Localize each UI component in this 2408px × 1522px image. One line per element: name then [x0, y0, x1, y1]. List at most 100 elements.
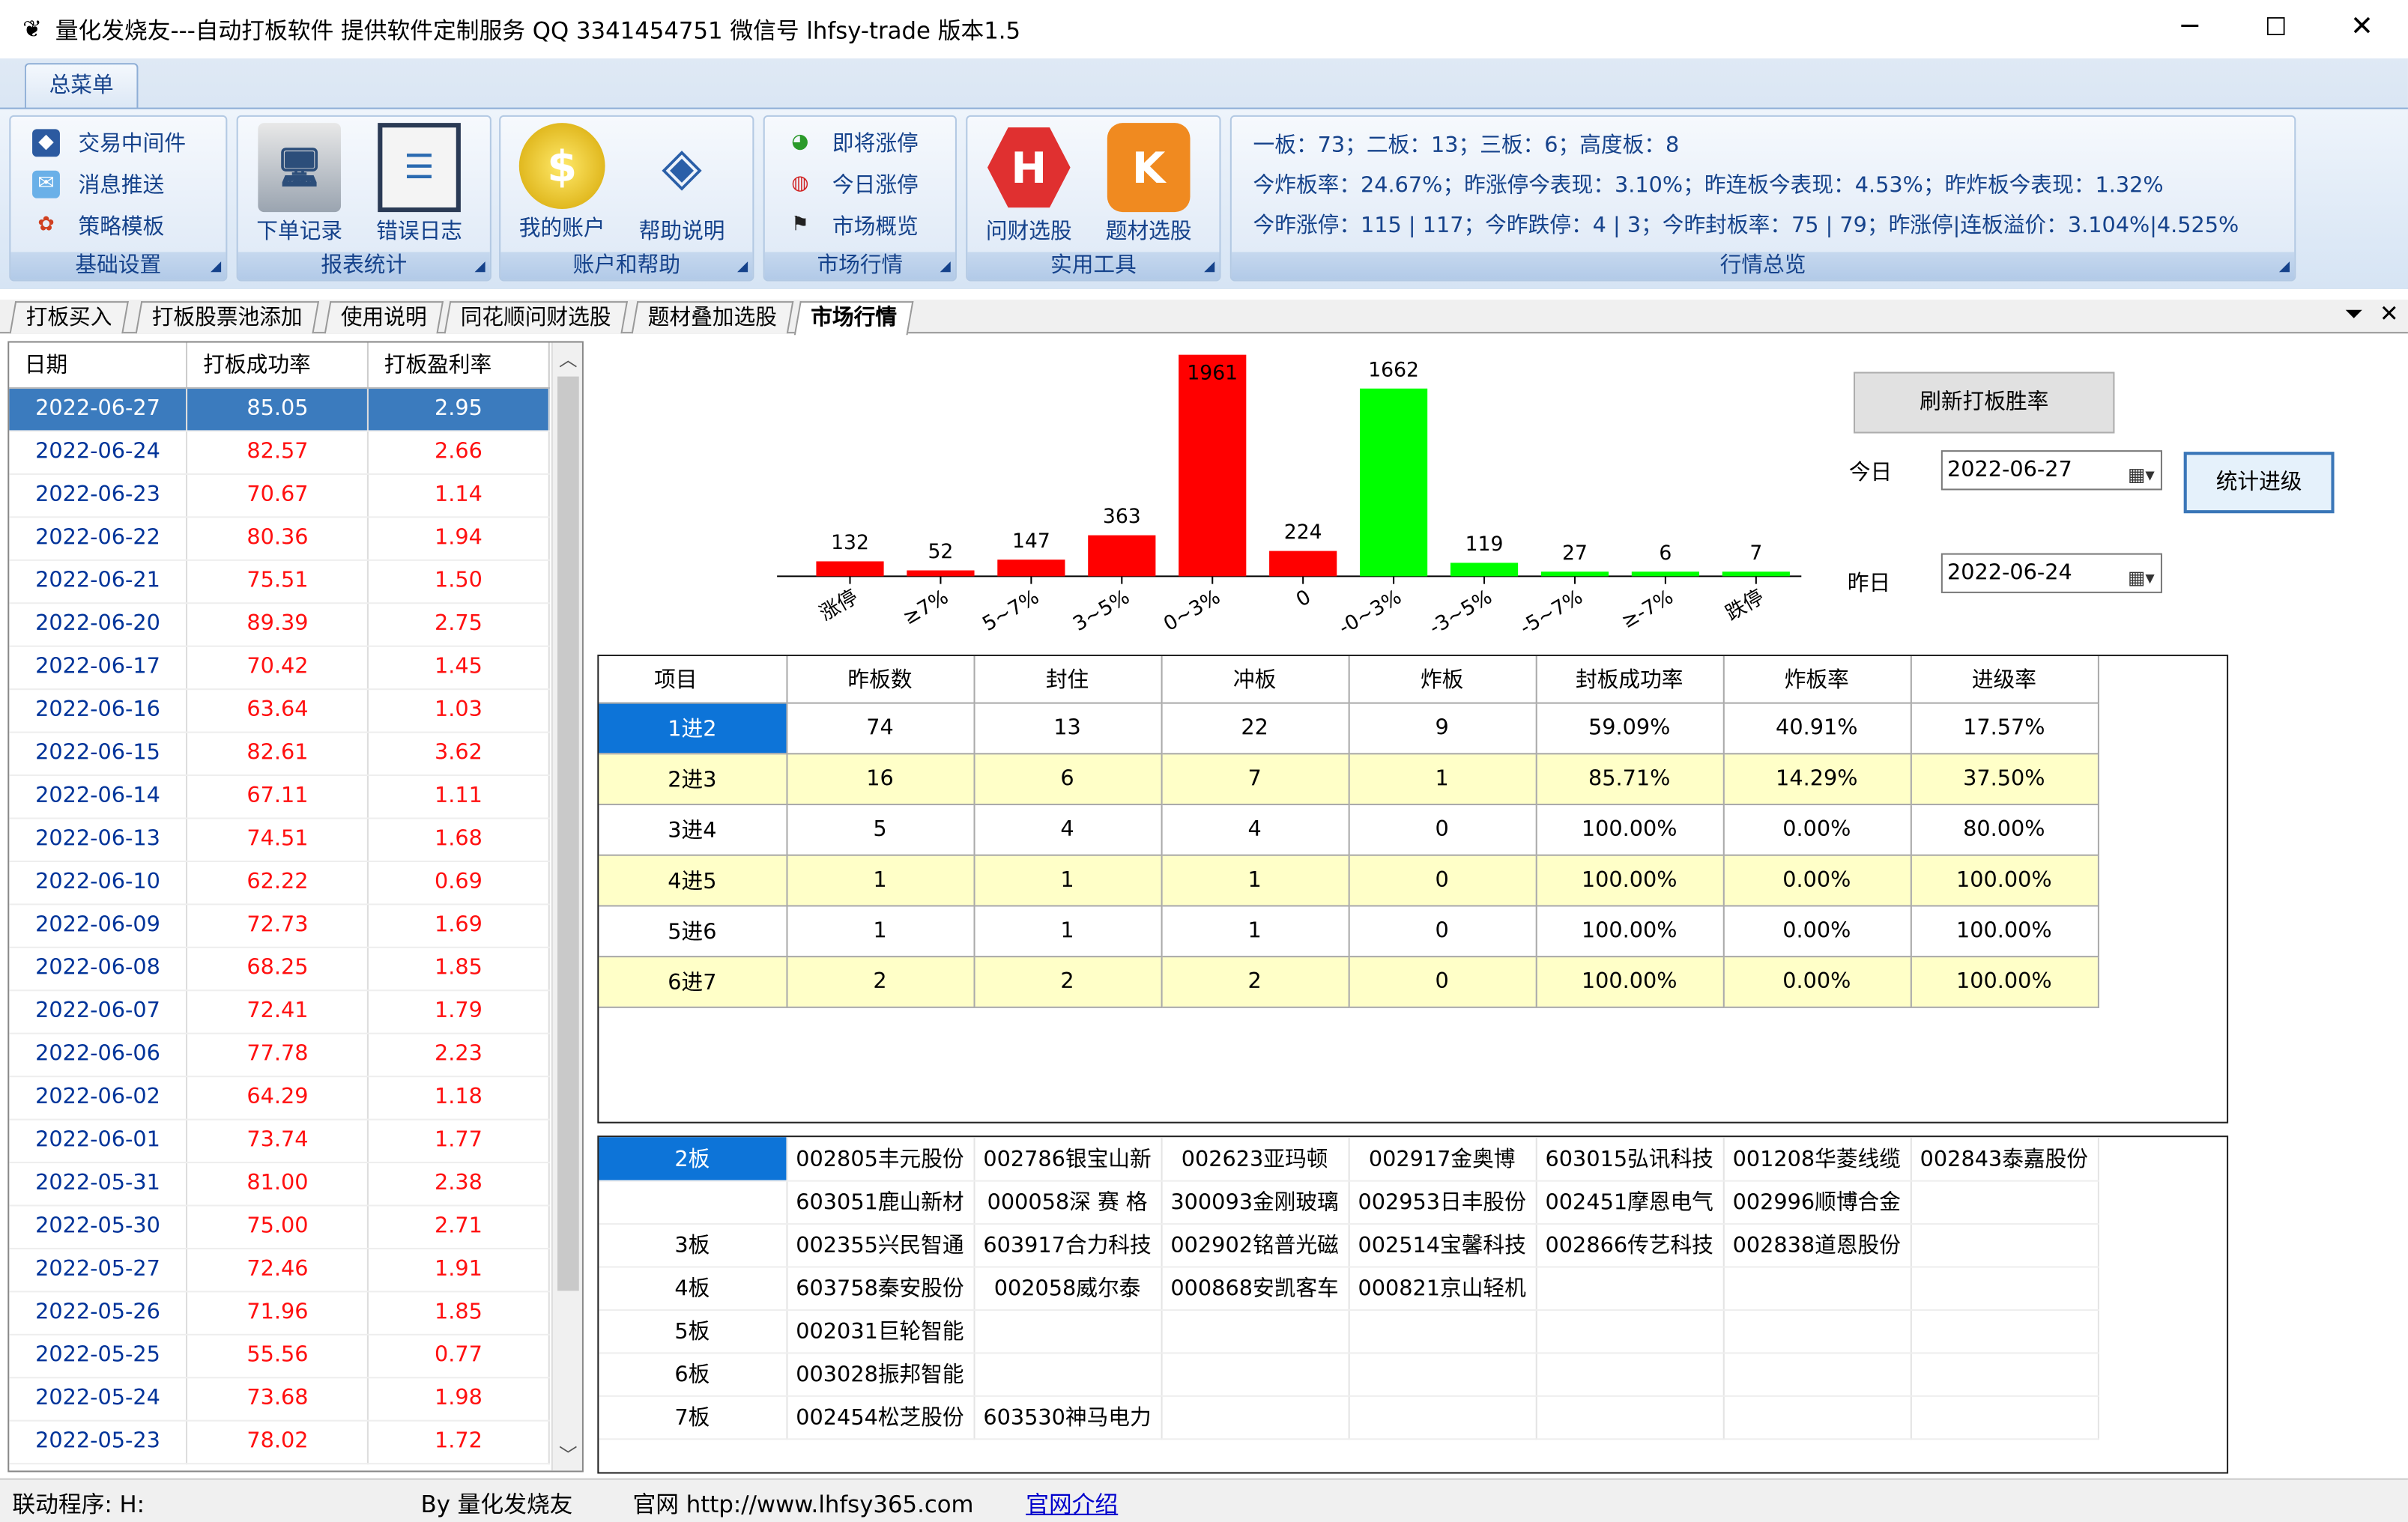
stock-cell[interactable]: 002838道恩股份: [1722, 1223, 1911, 1267]
help-button[interactable]: ◈ 帮助说明: [632, 123, 730, 252]
calendar-icon[interactable]: ▦▾: [2128, 560, 2155, 596]
table-row[interactable]: 2022-06-01 73.74 1.77: [9, 1118, 550, 1163]
scroll-down-icon[interactable]: ﹀: [553, 1441, 582, 1467]
yesterday-date-picker[interactable]: 2022-06-24 ▦▾: [1940, 553, 2162, 596]
refresh-win-rate-button[interactable]: 刷新打板胜率: [1853, 372, 2115, 434]
stock-cell[interactable]: 003028振邦智能: [786, 1352, 975, 1396]
stock-cell[interactable]: 300093金刚玻璃: [1161, 1180, 1349, 1225]
today-limit-up-item[interactable]: ◍ 今日涨停: [786, 168, 918, 201]
stock-cell[interactable]: [1348, 1309, 1537, 1353]
list-item[interactable]: 7板 002454松芝股份 603530神马电力: [599, 1395, 2099, 1440]
stock-cell[interactable]: [1535, 1266, 1724, 1310]
promo-header-cell[interactable]: 进级率: [1910, 656, 2099, 703]
table-row[interactable]: 2022-06-10 62.22 0.69: [9, 860, 550, 905]
stock-cell[interactable]: 000058深 赛 格: [973, 1180, 1162, 1225]
wencai-select-button[interactable]: H 问财选股: [980, 123, 1078, 252]
stock-cell[interactable]: [973, 1309, 1162, 1353]
intro-link[interactable]: 官网介绍: [1026, 1491, 1118, 1518]
stock-cell[interactable]: 002902铭普光磁: [1161, 1223, 1349, 1267]
table-row[interactable]: 5进6 1 1 1 0 100.00% 0.00% 100.00%: [599, 905, 2099, 957]
stat-promotion-button[interactable]: 统计进级: [2183, 452, 2335, 514]
table-row[interactable]: 3进4 5 4 4 0 100.00% 0.00% 80.00%: [599, 803, 2099, 855]
stock-cell[interactable]: 002454松芝股份: [786, 1395, 975, 1440]
stock-cell[interactable]: 002917金奥博: [1348, 1137, 1537, 1181]
minimize-button[interactable]: ─: [2147, 0, 2233, 58]
stock-cell[interactable]: 603917合力科技: [973, 1223, 1162, 1267]
table-row[interactable]: 2022-06-22 80.36 1.94: [9, 516, 550, 560]
table-row[interactable]: 2022-06-08 68.25 1.85: [9, 946, 550, 991]
stock-cell[interactable]: [1722, 1352, 1911, 1396]
table-row[interactable]: 2进3 16 6 7 1 85.71% 14.29% 37.50%: [599, 753, 2099, 805]
my-account-button[interactable]: $ 我的账户: [513, 123, 611, 252]
scroll-thumb[interactable]: [557, 376, 579, 1291]
board-stock-grid[interactable]: 2板 002805丰元股份 002786银宝山新 002623亚玛顿 002917金奥博…: [597, 1136, 2229, 1474]
stock-cell[interactable]: [1161, 1309, 1349, 1353]
stock-cell[interactable]: [1535, 1352, 1724, 1396]
table-row[interactable]: 2022-06-14 67.11 1.11: [9, 774, 550, 819]
col-date[interactable]: 日期: [9, 342, 188, 389]
promo-header-cell[interactable]: 昨板数: [786, 656, 975, 703]
list-item[interactable]: 603051鹿山新材 000058深 赛 格 300093金刚玻璃 002953日丰股…: [599, 1180, 2099, 1225]
trade-middleware-item[interactable]: ◆ 交易中间件: [32, 126, 186, 160]
stock-cell[interactable]: 000821京山轻机: [1348, 1266, 1537, 1310]
table-row[interactable]: 2022-06-20 89.39 2.75: [9, 602, 550, 646]
promo-header-cell[interactable]: 封板成功率: [1535, 656, 1724, 703]
stock-cell[interactable]: 603758秦安股份: [786, 1266, 975, 1310]
list-item[interactable]: 5板 002031巨轮智能: [599, 1309, 2099, 1353]
stock-cell[interactable]: 002953日丰股份: [1348, 1180, 1537, 1225]
stock-cell[interactable]: 002996顺博合金: [1722, 1180, 1911, 1225]
stock-cell[interactable]: 001208华菱线缆: [1722, 1137, 1911, 1181]
promo-header-cell[interactable]: 炸板: [1348, 656, 1537, 703]
table-row[interactable]: 2022-06-27 85.05 2.95: [9, 387, 550, 431]
dialog-launcher-icon[interactable]: ◢: [2279, 260, 2290, 276]
stock-cell[interactable]: 002451摩恩电气: [1535, 1180, 1724, 1225]
table-row[interactable]: 2022-05-24 73.68 1.98: [9, 1377, 550, 1421]
near-limit-up-item[interactable]: ◕ 即将涨停: [786, 126, 918, 160]
table-row[interactable]: 2022-06-13 74.51 1.68: [9, 817, 550, 861]
tab-wencai[interactable]: 同花顺问财选股: [444, 301, 629, 334]
table-row[interactable]: 2022-06-07 72.41 1.79: [9, 989, 550, 1034]
table-row[interactable]: 2022-06-06 77.78 2.23: [9, 1032, 550, 1077]
stock-cell[interactable]: 002866传艺科技: [1535, 1223, 1724, 1267]
list-item[interactable]: 2板 002805丰元股份 002786银宝山新 002623亚玛顿 002917金奥博…: [599, 1137, 2099, 1181]
strategy-template-item[interactable]: ✿ 策略模板: [32, 209, 164, 243]
stock-cell[interactable]: 603015弘讯科技: [1535, 1137, 1724, 1181]
stock-cell[interactable]: [1535, 1309, 1724, 1353]
market-overview-item[interactable]: ⚑ 市场概览: [786, 209, 919, 243]
stock-cell[interactable]: 002623亚玛顿: [1161, 1137, 1349, 1181]
col-success-rate[interactable]: 打板成功率: [187, 342, 369, 389]
order-record-button[interactable]: 🖥 下单记录: [250, 123, 348, 252]
stock-cell[interactable]: [1348, 1395, 1537, 1440]
stock-cell[interactable]: [1161, 1395, 1349, 1440]
stock-cell[interactable]: [1722, 1266, 1911, 1310]
table-row[interactable]: 6进7 2 2 2 0 100.00% 0.00% 100.00%: [599, 956, 2099, 1007]
tab-market[interactable]: 市场行情: [793, 301, 914, 336]
table-row[interactable]: 2022-06-09 72.73 1.69: [9, 903, 550, 948]
tab-board-buy[interactable]: 打板买入: [9, 301, 129, 334]
stock-cell[interactable]: [973, 1352, 1162, 1396]
stock-cell[interactable]: [1910, 1309, 2099, 1353]
dialog-launcher-icon[interactable]: ◢: [211, 260, 221, 276]
list-item[interactable]: 6板 003028振邦智能: [599, 1352, 2099, 1396]
calendar-icon[interactable]: ▦▾: [2128, 456, 2155, 493]
table-row[interactable]: 4进5 1 1 1 0 100.00% 0.00% 100.00%: [599, 854, 2099, 906]
stock-cell[interactable]: 002786银宝山新: [973, 1137, 1162, 1181]
table-row[interactable]: 2022-06-17 70.42 1.45: [9, 645, 550, 690]
table-row[interactable]: 2022-05-26 71.96 1.85: [9, 1291, 550, 1335]
dialog-launcher-icon[interactable]: ◢: [1204, 260, 1214, 276]
stock-cell[interactable]: [1910, 1266, 2099, 1310]
table-row[interactable]: 2022-05-27 72.46 1.91: [9, 1247, 550, 1292]
promo-header-cell[interactable]: 炸板率: [1722, 656, 1911, 703]
stock-cell[interactable]: 603051鹿山新材: [786, 1180, 975, 1225]
daily-stats-table[interactable]: 日期 打板成功率 打板盈利率 2022-06-27 85.05 2.95 2022-0…: [7, 341, 584, 1473]
dialog-launcher-icon[interactable]: ◢: [475, 260, 485, 276]
stock-cell[interactable]: 002514宝馨科技: [1348, 1223, 1537, 1267]
list-item[interactable]: 4板 603758秦安股份 002058威尔泰 000868安凯客车 000821京山轻…: [599, 1266, 2099, 1310]
stock-cell[interactable]: 002843泰嘉股份: [1910, 1137, 2099, 1181]
theme-select-button[interactable]: K 题材选股: [1100, 123, 1198, 252]
table-row[interactable]: 2022-06-15 82.61 3.62: [9, 731, 550, 776]
stock-cell[interactable]: 000868安凯客车: [1161, 1266, 1349, 1310]
list-item[interactable]: 3板 002355兴民智通 603917合力科技 002902铭普光磁 002514宝馨…: [599, 1223, 2099, 1267]
col-profit-rate[interactable]: 打板盈利率: [368, 342, 550, 389]
table-row[interactable]: 2022-06-02 64.29 1.18: [9, 1076, 550, 1120]
